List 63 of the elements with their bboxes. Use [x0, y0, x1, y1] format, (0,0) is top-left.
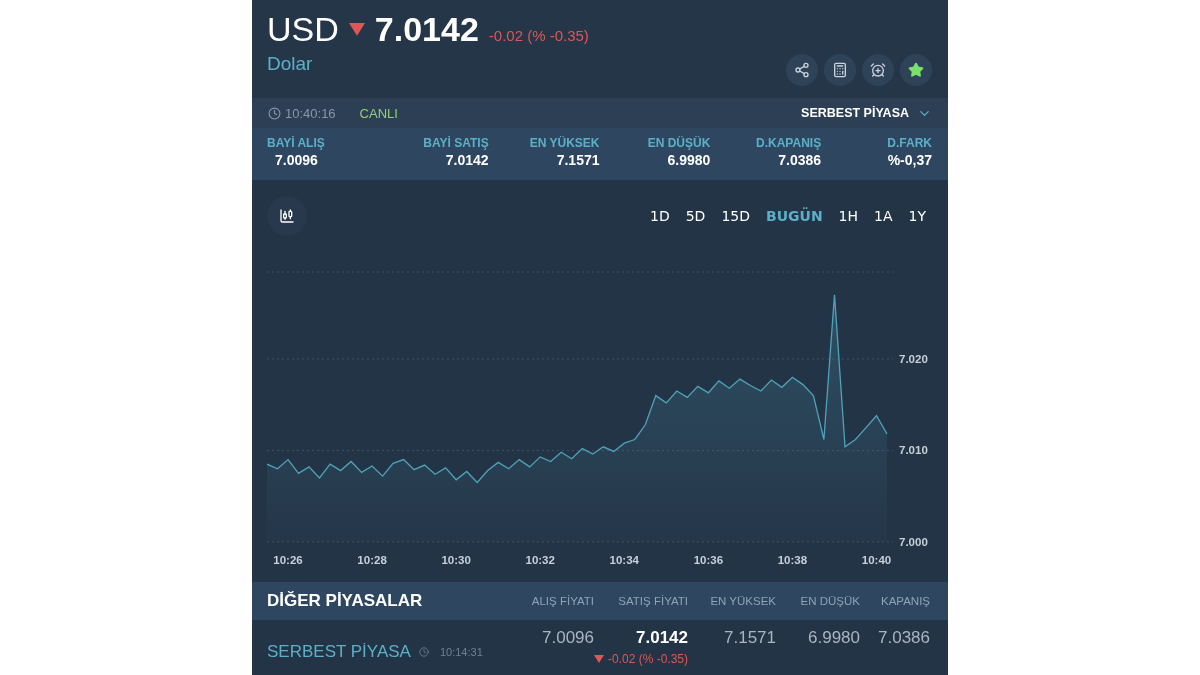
x-axis-label: 10:30 [441, 554, 471, 566]
high-price: 7.1571 [723, 628, 776, 649]
section-title: DİĞER PİYASALAR [267, 591, 424, 611]
stat-label: EN YÜKSEK [529, 136, 600, 150]
column-header: EN DÜŞÜK [799, 595, 860, 607]
range-tab[interactable]: BUGÜN [760, 208, 829, 224]
stat-label: BAYİ SATIŞ [423, 136, 489, 150]
stat-value: 7.0386 [778, 152, 822, 168]
range-tab[interactable]: 15D [715, 208, 756, 224]
stat-label: EN DÜŞÜK [647, 136, 711, 150]
close-price: 7.0386 [877, 628, 930, 649]
range-tab[interactable]: 1Y [902, 208, 932, 224]
price-change: -0.02 (% -0.35) [488, 27, 589, 44]
live-label: CANLI [359, 105, 398, 121]
stat-label: D.FARK [887, 136, 932, 150]
stat-value: 6.9980 [667, 152, 711, 168]
star-icon [908, 62, 924, 78]
range-tab[interactable]: 1A [868, 208, 899, 224]
alarm-clock-icon [870, 62, 886, 78]
stat-label: BAYİ ALIŞ [267, 136, 325, 150]
x-axis-label: 10:34 [609, 554, 639, 566]
x-axis-label: 10:32 [525, 554, 555, 566]
candlestick-icon [279, 208, 295, 224]
price-change: -0.02 (% -0.35) [607, 652, 688, 666]
clock-icon [418, 647, 429, 657]
sell-price: 7.0142 [636, 628, 688, 648]
y-axis-label: 7.010 [899, 444, 928, 457]
column-header: KAPANIŞ [880, 595, 930, 607]
column-header: EN YÜKSEK [709, 595, 776, 607]
x-axis-label: 10:40 [861, 554, 892, 566]
calculator-button[interactable] [824, 54, 856, 86]
range-tab[interactable]: 1H [832, 208, 865, 224]
update-time: 10:14:31 [439, 646, 483, 658]
currency-symbol: USD [267, 10, 339, 49]
range-tab[interactable]: 5D [679, 208, 712, 224]
stat-value: 7.1571 [556, 152, 600, 168]
y-axis-label: 7.020 [899, 352, 928, 365]
stat-value: 7.0096 [275, 152, 318, 168]
x-axis-label: 10:38 [777, 554, 808, 566]
stat-value: %-0,37 [887, 152, 932, 168]
market-link[interactable]: SERBEST PİYASA [267, 642, 411, 662]
stat-value: 7.0142 [445, 152, 489, 168]
x-axis-label: 10:28 [357, 554, 387, 566]
clock-icon [268, 106, 281, 120]
market-dropdown[interactable]: SERBEST PİYASA [801, 105, 932, 121]
column-header: SATIŞ FİYATI [617, 595, 688, 607]
calculator-icon [832, 62, 848, 78]
x-axis-label: 10:26 [273, 554, 303, 566]
column-header: ALIŞ FİYATI [530, 595, 594, 607]
buy-price: 7.0096 [541, 628, 594, 649]
range-tab[interactable]: 1D [644, 208, 676, 224]
low-price: 6.9980 [807, 628, 860, 649]
alarm-button[interactable] [862, 54, 894, 86]
share-icon [794, 62, 810, 78]
x-axis-label: 10:36 [693, 554, 724, 566]
stat-label: D.KAPANIŞ [756, 136, 822, 150]
share-button[interactable] [786, 54, 818, 86]
chart-type-button[interactable] [267, 196, 307, 236]
favorite-button[interactable] [900, 54, 932, 86]
y-axis-label: 7.000 [899, 536, 928, 548]
currency-name: Dolar [267, 53, 314, 75]
price: 7.0142 [374, 10, 479, 49]
update-time: 10:40:16 [285, 105, 336, 121]
